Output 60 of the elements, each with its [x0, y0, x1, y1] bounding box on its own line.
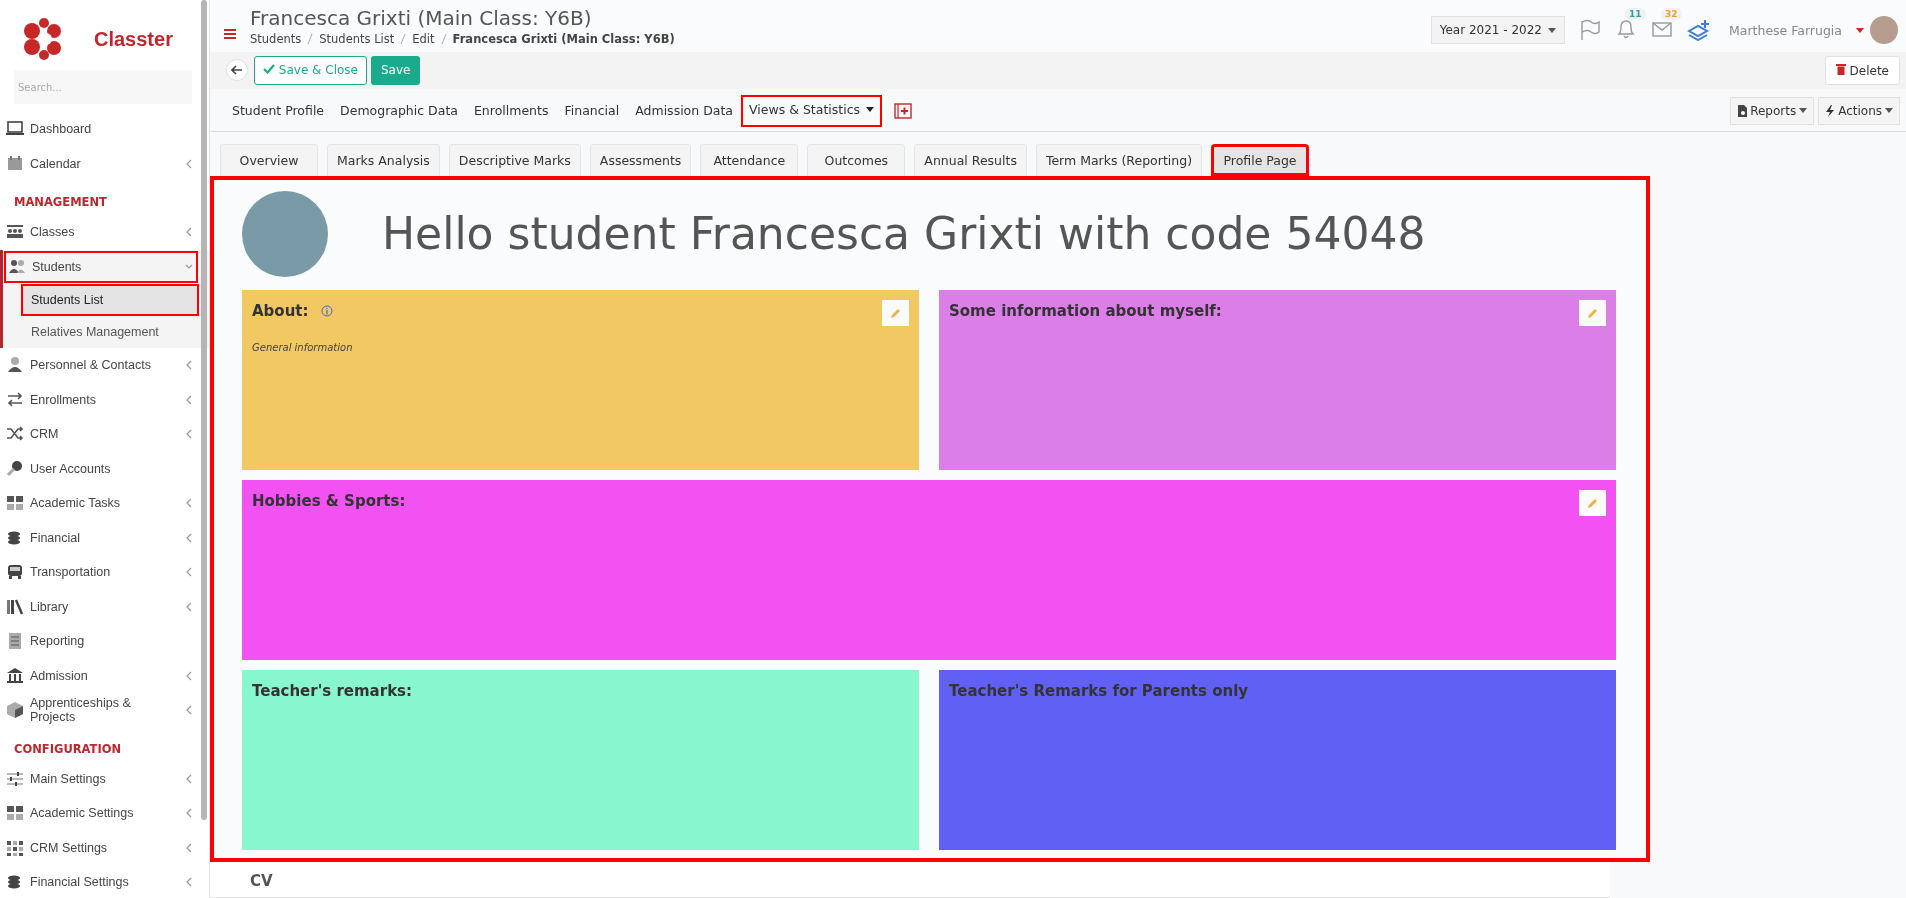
sidebar-item[interactable]: Enrollments: [0, 382, 199, 417]
sidebar-item[interactable]: Classes: [0, 215, 199, 250]
sidebar-item[interactable]: Main Settings: [0, 761, 199, 796]
sub-tab[interactable]: Outcomes: [807, 143, 906, 176]
section-heading: CONFIGURATION: [13, 740, 123, 758]
tab[interactable]: Student Profile: [224, 94, 333, 127]
sidebar-item[interactable]: CRM Settings: [0, 830, 199, 865]
tab[interactable]: Admission Data: [627, 94, 741, 127]
card-title: Hobbies & Sports:: [252, 491, 406, 510]
sub-tab[interactable]: Overview: [220, 143, 318, 176]
user-name[interactable]: Marthese Farrugia: [1728, 22, 1842, 38]
sidebar-item[interactable]: Academic Settings: [0, 796, 199, 831]
brand-name: Classter: [94, 27, 173, 51]
search-field[interactable]: Search...: [14, 70, 192, 104]
tab[interactable]: Views & Statistics: [741, 94, 883, 127]
sidebar-item[interactable]: Dashboard: [0, 112, 199, 147]
greeting-heading: Hello student Francesca Grixti with code 54048: [382, 208, 1426, 260]
tab[interactable]: Enrollments: [465, 94, 557, 127]
card-title: Teacher's Remarks for Parents only: [949, 681, 1249, 700]
count-badge: 11: [1624, 7, 1646, 20]
year-selector[interactable]: Year 2021 - 2022: [1430, 16, 1565, 44]
sub-tab[interactable]: Descriptive Marks: [448, 143, 581, 176]
sub-tab[interactable]: Attendance: [700, 143, 799, 176]
sidebar-item[interactable]: Financial Settings: [0, 865, 199, 898]
card-title: Teacher's remarks:: [252, 681, 413, 700]
sidebar-item[interactable]: Apprenticeships & Projects: [0, 693, 199, 728]
breadcrumb-link[interactable]: Students: [250, 32, 302, 46]
section-heading: MANAGEMENT: [13, 194, 108, 211]
tab[interactable]: Financial: [556, 94, 628, 127]
sidebar-item[interactable]: Admission: [0, 658, 199, 693]
sidebar-item[interactable]: Calendar: [0, 146, 199, 181]
sub-tab[interactable]: Assessments: [589, 143, 692, 176]
sidebar-item[interactable]: CRM: [0, 417, 199, 452]
tab[interactable]: Demographic Data: [332, 94, 466, 127]
sub-tab[interactable]: Profile Page: [1211, 143, 1309, 176]
sidebar-item[interactable]: Personnel & Contacts: [0, 348, 199, 383]
sidebar-item[interactable]: User Accounts: [0, 451, 199, 486]
card-title: About:: [252, 301, 309, 320]
sub-tab[interactable]: Term Marks (Reporting): [1035, 143, 1202, 176]
sidebar-item[interactable]: Students: [3, 249, 199, 284]
sidebar-item[interactable]: Transportation: [0, 555, 199, 590]
count-badge: 32: [1660, 7, 1682, 20]
breadcrumb-current: Francesca Grixti (Main Class: Y6B): [452, 32, 675, 46]
sub-tab[interactable]: Marks Analysis: [327, 143, 440, 176]
sidebar-item[interactable]: Library: [0, 589, 199, 624]
delete-button[interactable]: Delete: [1824, 55, 1900, 85]
breadcrumb-link[interactable]: Students List: [319, 32, 395, 46]
sidebar-item[interactable]: Reporting: [0, 624, 199, 659]
actions-button[interactable]: Actions: [1818, 96, 1900, 125]
section-heading: CV: [210, 861, 1610, 898]
sidebar-subitem[interactable]: Relatives Management: [21, 316, 199, 348]
sidebar-item[interactable]: Academic Tasks: [0, 486, 199, 521]
card-title: Some information about myself:: [949, 301, 1222, 320]
reports-button[interactable]: Reports: [1730, 96, 1815, 125]
sidebar-subitem[interactable]: Students List: [21, 284, 199, 316]
sub-tab[interactable]: Annual Results: [914, 143, 1027, 176]
breadcrumb-link[interactable]: Edit: [412, 32, 435, 46]
page-title: Francesca Grixti (Main Class: Y6B): [250, 6, 593, 30]
sidebar-item[interactable]: Financial: [0, 520, 199, 555]
card-note: General information: [252, 341, 354, 353]
